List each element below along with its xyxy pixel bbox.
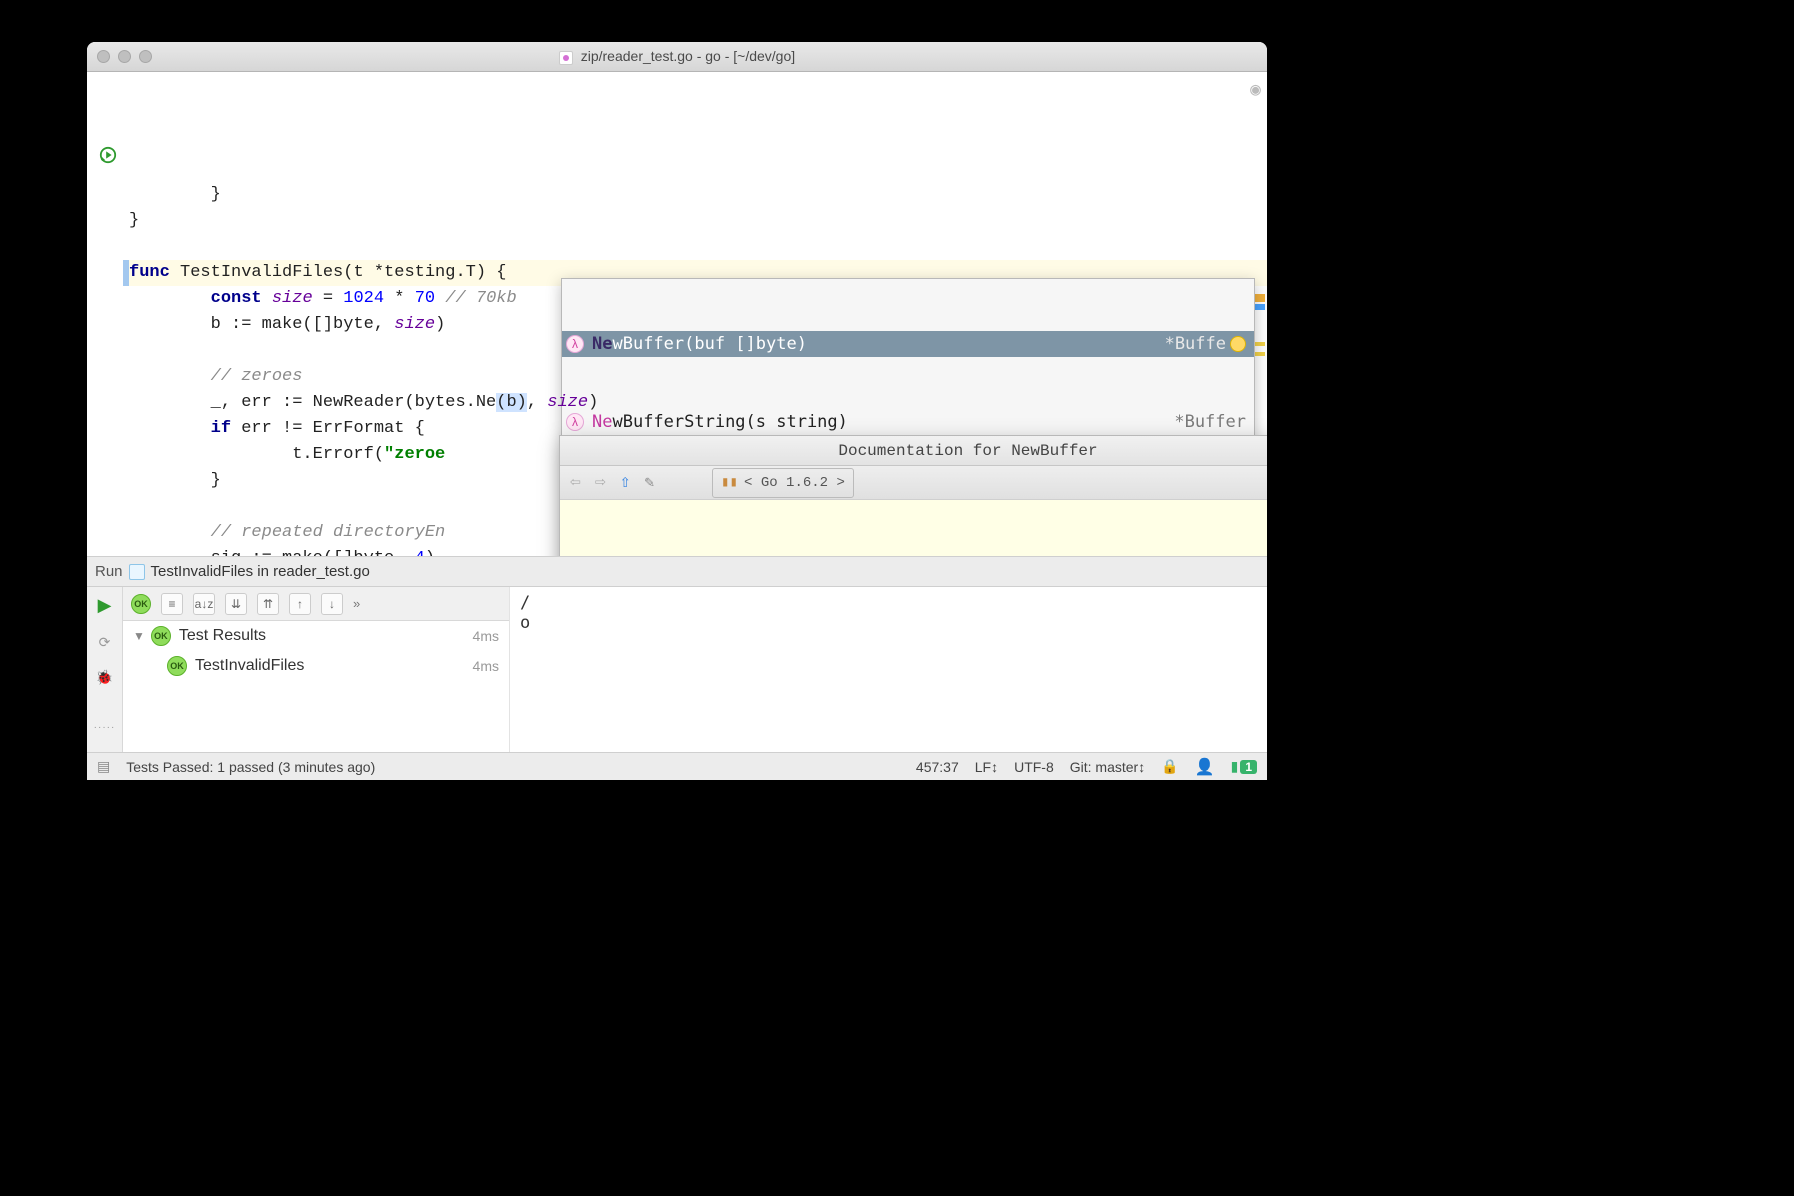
gutter[interactable] [87, 72, 129, 556]
run-toolwindow: ▶ ⟳ 🐞 ····· » OK ≡ a↓z ⇊ ⇈ ↑ ↓ » ▼ OK [87, 586, 1267, 752]
debug-button[interactable]: 🐞 [96, 669, 113, 686]
run-toolwindow-header[interactable]: Run TestInvalidFiles in reader_test.go [87, 556, 1267, 586]
code-content: } } func TestInvalidFiles(t *testing.T) … [129, 182, 1267, 556]
editor-area: ◉ } } func TestInvalidFiles(t *testing.T… [87, 72, 1267, 556]
test-ok-icon: OK [151, 626, 171, 646]
status-git[interactable]: Git: master↕ [1070, 759, 1145, 775]
hide-passed-button[interactable]: OK [131, 594, 151, 614]
window-title: zip/reader_test.go - go - [~/dev/go] [87, 48, 1267, 64]
status-bar: ▤ Tests Passed: 1 passed (3 minutes ago)… [87, 752, 1267, 780]
test-toolbar: OK ≡ a↓z ⇊ ⇈ ↑ ↓ » [123, 587, 509, 621]
next-button[interactable]: ↓ [321, 593, 343, 615]
run-side-toolbar: ▶ ⟳ 🐞 ····· » [87, 587, 123, 752]
test-tree[interactable]: ▼ OK Test Results 4ms OK TestInvalidFile… [123, 621, 509, 752]
test-console[interactable]: / o [509, 587, 1267, 752]
test-tree-root[interactable]: ▼ OK Test Results 4ms [123, 621, 509, 651]
chevron-down-icon[interactable]: ▼ [133, 629, 145, 643]
status-line-ending[interactable]: LF↕ [975, 759, 998, 775]
ide-window: zip/reader_test.go - go - [~/dev/go] ◉ }… [87, 42, 1267, 780]
lock-icon[interactable]: 🔒 [1161, 758, 1178, 775]
run-config-name: TestInvalidFiles in reader_test.go [151, 563, 370, 580]
titlebar[interactable]: zip/reader_test.go - go - [~/dev/go] [87, 42, 1267, 72]
prev-button[interactable]: ↑ [289, 593, 311, 615]
notifications-icon[interactable]: ▮1 [1231, 758, 1257, 775]
test-tree-item[interactable]: OK TestInvalidFiles 4ms [123, 651, 509, 681]
rerun-button[interactable]: ▶ [98, 595, 112, 616]
code-editor[interactable]: ◉ } } func TestInvalidFiles(t *testing.T… [129, 72, 1267, 556]
sort-alpha-button[interactable]: a↓z [193, 593, 215, 615]
status-caret-pos[interactable]: 457:37 [916, 759, 959, 775]
status-encoding[interactable]: UTF-8 [1014, 759, 1054, 775]
window-title-text: zip/reader_test.go - go - [~/dev/go] [581, 48, 795, 64]
hector-icon[interactable]: 👤 [1195, 757, 1215, 777]
expand-button[interactable]: ⇈ [257, 593, 279, 615]
file-icon [559, 51, 573, 65]
toggle-button[interactable]: ⟳ [99, 634, 111, 651]
run-gutter-icon[interactable] [99, 146, 117, 164]
collapse-button[interactable]: ⇊ [225, 593, 247, 615]
divider: ····· [94, 722, 116, 733]
sort-button[interactable]: ≡ [161, 593, 183, 615]
status-icon[interactable]: ▤ [97, 758, 110, 775]
breakpoint-stripe [87, 260, 129, 286]
test-tree-panel: OK ≡ a↓z ⇊ ⇈ ↑ ↓ » ▼ OK Test Results 4ms… [123, 587, 509, 752]
run-config-icon [129, 564, 145, 580]
test-ok-icon: OK [167, 656, 187, 676]
status-tests[interactable]: Tests Passed: 1 passed (3 minutes ago) [126, 759, 375, 775]
toolbar-more-button[interactable]: » [353, 596, 360, 611]
